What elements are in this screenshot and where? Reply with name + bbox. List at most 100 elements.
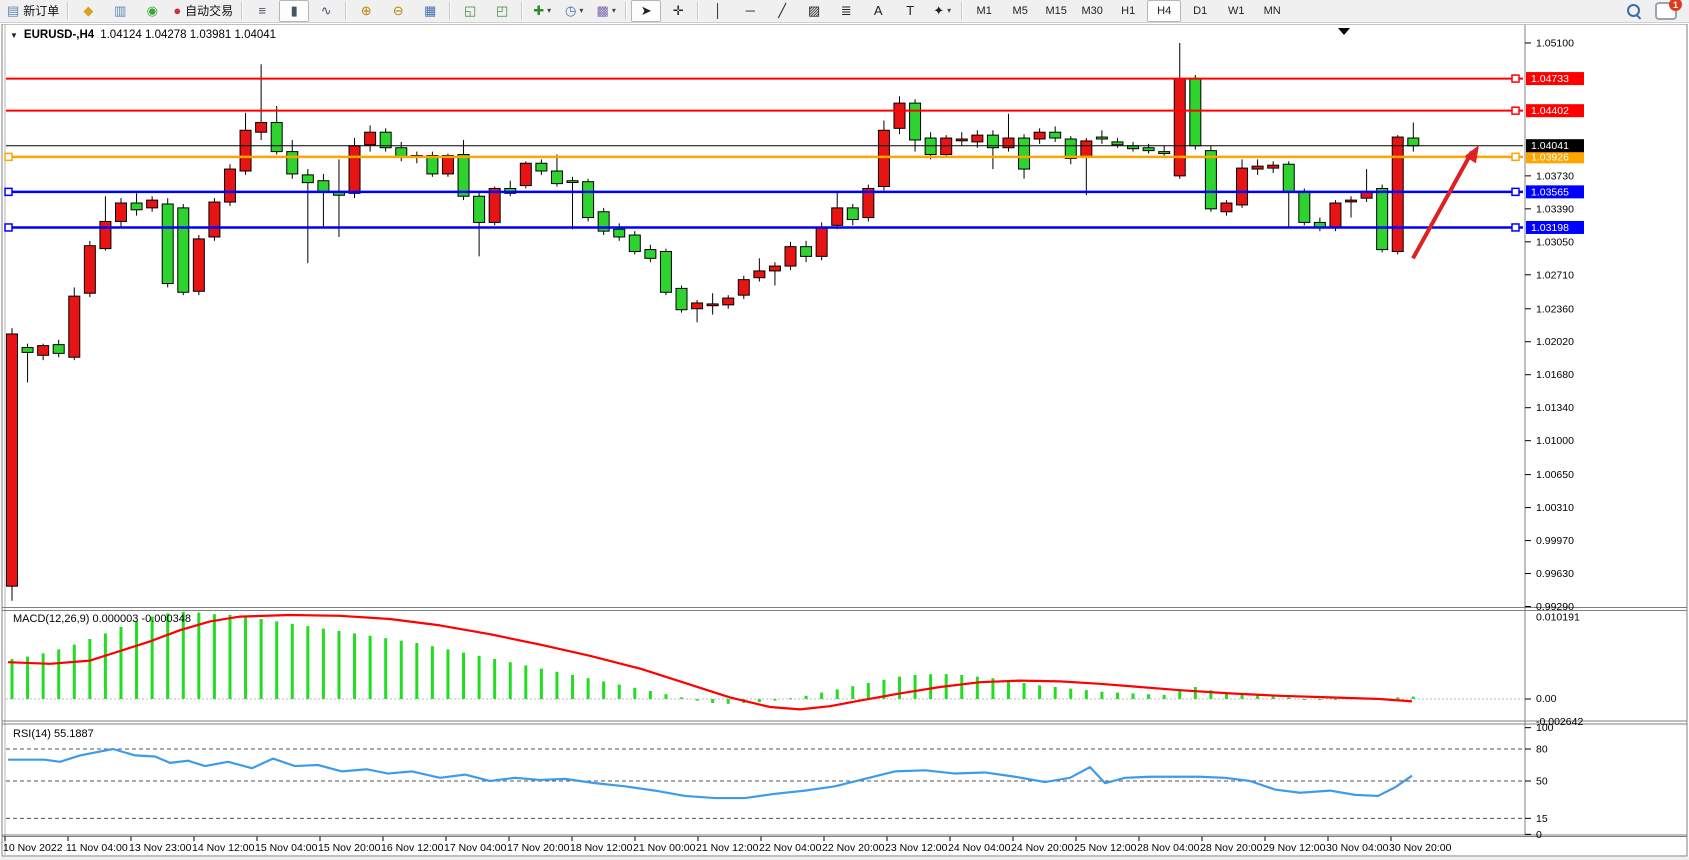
- hline-left-handle[interactable]: [5, 188, 12, 195]
- channel-icon: ▨: [808, 1, 820, 21]
- candle-up: [754, 271, 765, 278]
- macd-bar: [1163, 695, 1166, 699]
- vertical-line-button[interactable]: │: [703, 0, 733, 22]
- arrows-button[interactable]: ✦▾: [927, 0, 957, 22]
- candle-down: [318, 181, 329, 192]
- hline-right-handle[interactable]: [1512, 224, 1519, 231]
- price-line-badge-label: 1.03565: [1531, 186, 1569, 198]
- horizontal-line-button[interactable]: ─: [735, 0, 765, 22]
- chart-canvas[interactable]: MACD(12,26,9) 0.000003 -0.000348RSI(14) …: [0, 24, 1689, 860]
- macd-bar: [758, 699, 761, 702]
- equidistant-channel-button[interactable]: ▨: [799, 0, 829, 22]
- search-button[interactable]: [1619, 0, 1649, 22]
- fibonacci-icon: ≣: [841, 1, 852, 21]
- price-tick-label: 0.99630: [1536, 568, 1574, 580]
- timeframe-d1-button[interactable]: D1: [1183, 0, 1217, 22]
- candle-up: [894, 103, 905, 128]
- price-line-badge-label: 1.03926: [1531, 151, 1569, 163]
- navigator-button[interactable]: ◉: [137, 0, 167, 22]
- candle-down: [131, 203, 142, 210]
- price-tick-label: 1.05100: [1536, 37, 1574, 49]
- macd-bar: [680, 697, 683, 699]
- timeframe-m15-button[interactable]: M15: [1039, 0, 1073, 22]
- candle-up: [240, 130, 251, 171]
- trendline-button[interactable]: ╱: [767, 0, 797, 22]
- candle-up: [1252, 166, 1263, 169]
- templates-button[interactable]: ▩▾: [591, 0, 621, 22]
- new-order-button[interactable]: ▤新订单: [3, 0, 63, 22]
- arrange-windows-button[interactable]: ◰: [487, 0, 517, 22]
- price-tick-label: 1.03390: [1536, 203, 1574, 215]
- candle-up: [209, 202, 220, 237]
- auto-arrange-button[interactable]: ◱: [455, 0, 485, 22]
- vertical-line-icon: │: [714, 1, 722, 21]
- candle-up: [115, 203, 126, 221]
- candle-down: [1096, 137, 1107, 139]
- candle-down: [629, 235, 640, 251]
- periods-button[interactable]: ◷▾: [559, 0, 589, 22]
- rsi-axis-label: 50: [1536, 776, 1548, 788]
- candle-down: [1283, 164, 1294, 191]
- auto-trading-icon: ●: [173, 1, 181, 21]
- timeframe-m1-button[interactable]: M1: [967, 0, 1001, 22]
- macd-label: MACD(12,26,9) 0.000003 -0.000348: [13, 613, 191, 625]
- date-axis-label: 28 Nov 20:00: [1200, 842, 1263, 854]
- data-window-button[interactable]: ▥: [105, 0, 135, 22]
- macd-bar: [1038, 685, 1041, 699]
- candle-up: [38, 346, 49, 356]
- macd-bar: [42, 653, 45, 699]
- text-button[interactable]: A: [863, 0, 893, 22]
- hline-right-handle[interactable]: [1512, 107, 1519, 114]
- timeframe-mn-button[interactable]: MN: [1255, 0, 1289, 22]
- zoom-in-button[interactable]: ⊕: [351, 0, 381, 22]
- timeframe-h1-button[interactable]: H1: [1111, 0, 1145, 22]
- timeframe-h4-button[interactable]: H4: [1147, 0, 1181, 22]
- candle-down: [1019, 138, 1030, 169]
- candle-up: [769, 266, 780, 271]
- macd-bar: [805, 696, 808, 699]
- hline-right-handle[interactable]: [1512, 188, 1519, 195]
- macd-bar: [711, 699, 714, 703]
- macd-bar: [213, 614, 216, 699]
- candle-up: [785, 247, 796, 266]
- template-icon: ▩: [597, 1, 609, 21]
- timeframe-w1-button[interactable]: W1: [1219, 0, 1253, 22]
- text-label-button[interactable]: T: [895, 0, 925, 22]
- macd-bar: [960, 675, 963, 699]
- auto-trading-button[interactable]: ●自动交易: [169, 0, 237, 22]
- notifications-button[interactable]: 1: [1651, 0, 1681, 22]
- candle-down: [551, 171, 562, 184]
- crosshair-icon: ✛: [673, 1, 684, 21]
- macd-bar: [260, 619, 263, 699]
- timeframe-m5-button[interactable]: M5: [1003, 0, 1037, 22]
- candle-up: [878, 130, 889, 186]
- date-axis-label: 22 Nov 20:00: [822, 842, 885, 854]
- hline-right-handle[interactable]: [1512, 153, 1519, 160]
- chart-window: MACD(12,26,9) 0.000003 -0.000348RSI(14) …: [0, 24, 1689, 860]
- cursor-button[interactable]: ➤: [631, 0, 661, 22]
- hline-left-handle[interactable]: [5, 224, 12, 231]
- macd-bar: [664, 694, 667, 699]
- macd-bar: [555, 672, 558, 699]
- toolbar-separator: [67, 2, 69, 20]
- tile-windows-button[interactable]: ▦: [415, 0, 445, 22]
- line-chart-button[interactable]: ∿: [311, 0, 341, 22]
- add-indicator-button[interactable]: ✚▾: [527, 0, 557, 22]
- timeframe-m30-button[interactable]: M30: [1075, 0, 1109, 22]
- bar-chart-button[interactable]: ≡: [247, 0, 277, 22]
- hline-right-handle[interactable]: [1512, 75, 1519, 82]
- macd-bar: [1085, 690, 1088, 699]
- new-order-icon: ▤: [7, 1, 19, 21]
- crosshair-button[interactable]: ✛: [663, 0, 693, 22]
- fibonacci-button[interactable]: ≣: [831, 0, 861, 22]
- candle-down: [162, 204, 173, 284]
- macd-bar: [166, 613, 169, 699]
- notification-badge: 1: [1669, 0, 1682, 11]
- market-watch-button[interactable]: ◆: [73, 0, 103, 22]
- zoom-out-button[interactable]: ⊖: [383, 0, 413, 22]
- hline-left-handle[interactable]: [5, 153, 12, 160]
- macd-bar: [1396, 697, 1399, 699]
- chart-collapse-icon[interactable]: ▼: [10, 31, 18, 40]
- macd-bar: [446, 649, 449, 699]
- candlestick-chart-button[interactable]: ▮: [279, 0, 309, 22]
